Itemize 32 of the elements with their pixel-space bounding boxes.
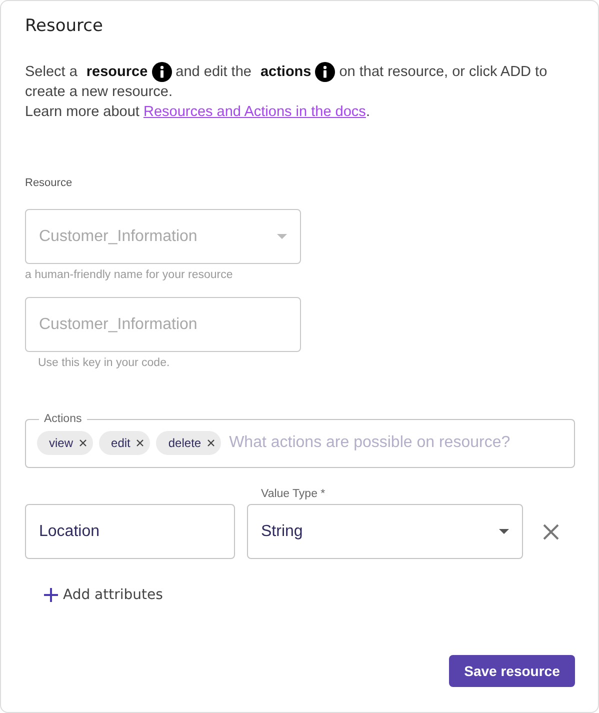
section-label: Resource bbox=[25, 177, 74, 189]
field-label: Value Type * bbox=[261, 488, 326, 500]
dialog-title: Resource bbox=[25, 15, 104, 37]
learn-more-text: Learn more about bbox=[25, 103, 140, 122]
save-button[interactable]: Save resource bbox=[449, 655, 575, 687]
remove-icon[interactable] bbox=[136, 439, 144, 447]
field-label: Actions bbox=[43, 413, 83, 425]
value-type-select[interactable]: String bbox=[247, 504, 523, 559]
helper-text: a human-friendly name for your resource bbox=[25, 269, 234, 281]
caret-icon bbox=[499, 529, 509, 534]
remove-icon[interactable] bbox=[79, 439, 88, 447]
action-chip[interactable]: view bbox=[37, 431, 94, 455]
helper-text: Use this key in your code. bbox=[38, 357, 171, 369]
period-text: . bbox=[366, 103, 370, 122]
close-icon[interactable] bbox=[541, 522, 561, 542]
add-attributes-button[interactable]: Add attributes bbox=[43, 587, 163, 603]
caret-icon bbox=[277, 234, 287, 239]
docs-link[interactable]: Resources and Actions in the docs bbox=[143, 102, 366, 122]
plus-icon bbox=[43, 587, 59, 603]
term-text: actions bbox=[260, 63, 312, 82]
attribute-name-field[interactable]: Location bbox=[25, 504, 235, 559]
term-text: resource bbox=[86, 63, 148, 82]
action-chip[interactable]: delete bbox=[156, 431, 222, 455]
intro-text: on that resource, or click ADD to bbox=[339, 63, 548, 82]
intro-text: and edit the bbox=[176, 63, 252, 82]
info-icon[interactable] bbox=[152, 62, 172, 82]
info-icon[interactable] bbox=[315, 62, 336, 82]
intro-text: Select a bbox=[25, 63, 78, 82]
intro-text: create a new resource. bbox=[25, 83, 172, 102]
remove-icon[interactable] bbox=[207, 439, 216, 447]
action-chip[interactable]: edit bbox=[99, 431, 150, 455]
actions-field[interactable]: Actions view edit delete What actions are possible on resource? bbox=[25, 413, 575, 468]
